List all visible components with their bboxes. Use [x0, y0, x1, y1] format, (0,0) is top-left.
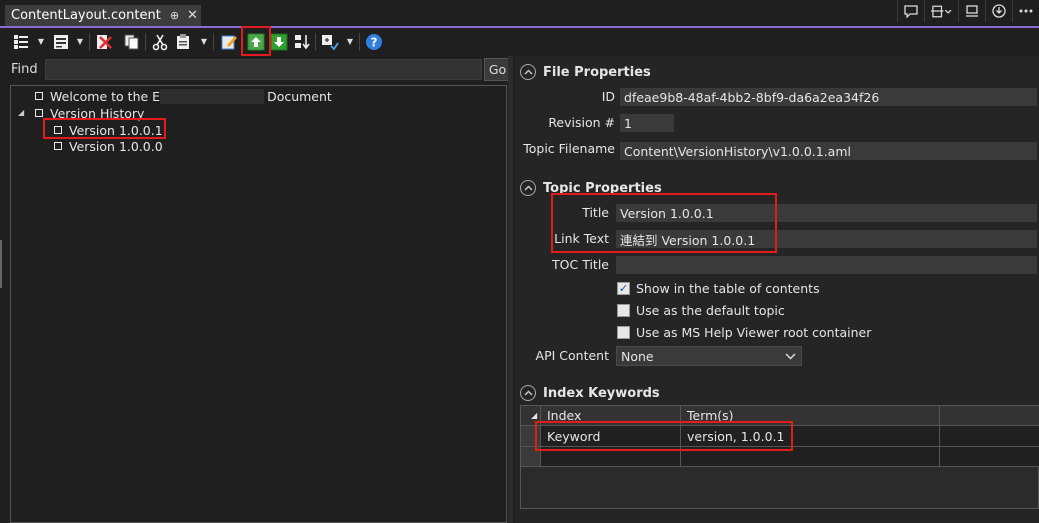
column-header-filler	[940, 406, 1039, 426]
tree-item[interactable]: Version 1.0.0.0	[54, 138, 163, 154]
checkbox-label: Use as MS Help Viewer root container	[636, 324, 872, 340]
collapse-icon[interactable]	[520, 64, 536, 80]
toc-title-field[interactable]	[616, 256, 1037, 274]
checkbox-checked-icon[interactable]: ✓	[617, 281, 630, 295]
toolbar-separator	[359, 33, 360, 51]
sort-topics-icon[interactable]	[292, 32, 312, 52]
window-toolbar	[897, 0, 1039, 22]
add-sibling-icon[interactable]	[51, 32, 71, 52]
api-content-select[interactable]: None	[616, 346, 802, 366]
show-in-toc-checkbox[interactable]: ✓ Show in the table of contents	[617, 280, 820, 296]
checkbox-label: Show in the table of contents	[636, 280, 820, 296]
toolbar-separator	[145, 33, 146, 51]
file-properties-header[interactable]: File Properties	[520, 63, 651, 81]
toolbar-separator	[315, 33, 316, 51]
add-topic-dropdown-icon[interactable]: ▼	[37, 38, 45, 46]
pane-splitter[interactable]	[508, 56, 513, 523]
find-input[interactable]	[45, 59, 482, 80]
close-tab-icon[interactable]: ✕	[187, 8, 198, 23]
collapse-icon[interactable]	[520, 385, 536, 401]
topic-filename-label: Topic Filename	[523, 141, 615, 156]
api-content-value: None	[621, 348, 654, 364]
revision-field[interactable]: 1	[620, 114, 674, 132]
document-tab-strip: ContentLayout.content ⊕ ✕	[0, 0, 1039, 28]
add-sibling-dropdown-icon[interactable]: ▼	[76, 38, 84, 46]
checkbox-icon[interactable]	[617, 325, 630, 339]
properties-pane: File Properties ID dfeae9b8-48af-4bb2-8b…	[514, 56, 1039, 523]
highlight-box	[43, 118, 166, 139]
filler-cell	[940, 426, 1039, 447]
highlight-box	[535, 421, 793, 451]
api-content-label: API Content	[535, 348, 609, 363]
revision-label: Revision #	[548, 115, 615, 130]
document-tab-title: ContentLayout.content	[11, 8, 161, 23]
toc-title-label: TOC Title	[552, 257, 609, 272]
section-title: Index Keywords	[543, 385, 660, 401]
highlight-box	[241, 26, 271, 56]
topic-filename-field[interactable]: Content\VersionHistory\v1.0.0.1.aml	[620, 142, 1037, 160]
section-title: File Properties	[543, 64, 651, 80]
more-icon[interactable]	[1012, 0, 1039, 22]
topic-icon	[35, 92, 43, 100]
paste-topic-icon[interactable]	[173, 32, 193, 52]
document-tab[interactable]: ContentLayout.content ⊕ ✕	[5, 5, 201, 26]
id-field[interactable]: dfeae9b8-48af-4bb2-8bf9-da6a2ea34f26	[620, 88, 1037, 106]
collapse-icon[interactable]	[520, 180, 536, 196]
checkbox-icon[interactable]	[617, 303, 630, 317]
layout-icon[interactable]	[924, 0, 958, 22]
go-button[interactable]: Go	[484, 58, 511, 81]
move-down-icon[interactable]	[269, 32, 289, 52]
toolbar-separator	[89, 33, 90, 51]
find-label: Find	[11, 62, 38, 77]
redacted-text	[160, 88, 265, 104]
expand-arrow-icon[interactable]: ◢	[18, 108, 24, 117]
default-topic-checkbox[interactable]: Use as the default topic	[617, 302, 785, 318]
help-icon[interactable]: ?	[364, 32, 384, 52]
dock-icon[interactable]	[958, 0, 985, 22]
help-viewer-root-checkbox[interactable]: Use as MS Help Viewer root container	[617, 324, 871, 340]
toolbar-separator	[213, 33, 214, 51]
pin-icon[interactable]: ⊕	[170, 9, 179, 22]
topic-icon	[35, 109, 43, 117]
copy-topic-icon[interactable]	[122, 32, 142, 52]
expand-collapse-dropdown-icon[interactable]: ▼	[346, 38, 354, 46]
id-label: ID	[601, 89, 615, 104]
content-layout-pane: Find Go Welcome to the E Document ◢ Vers…	[7, 56, 511, 523]
expand-collapse-icon[interactable]	[320, 32, 340, 52]
paste-dropdown-icon[interactable]: ▼	[200, 38, 208, 46]
tree-item-label-end: Document	[267, 88, 332, 104]
index-keywords-header[interactable]: Index Keywords	[520, 384, 660, 402]
tree-item-label: Welcome to the E	[50, 88, 161, 104]
content-toolbar: ▼ ▼ ▼ ▼ ?	[0, 26, 1039, 56]
tree-item-label: Version 1.0.0.0	[69, 138, 163, 154]
left-edge-handle[interactable]	[0, 240, 2, 288]
highlight-box	[551, 193, 777, 253]
svg-text:?: ?	[371, 36, 378, 50]
chevron-down-icon	[785, 349, 796, 366]
topic-icon	[54, 142, 62, 150]
add-topic-icon[interactable]	[11, 32, 31, 52]
edit-topic-icon[interactable]	[219, 32, 239, 52]
feedback-icon[interactable]	[897, 0, 924, 22]
tree-item[interactable]: Welcome to the E Document	[35, 88, 332, 104]
checkbox-label: Use as the default topic	[636, 302, 785, 318]
filler-cell	[940, 447, 1039, 467]
topic-tree[interactable]: Welcome to the E Document ◢ Version Hist…	[10, 85, 507, 523]
delete-topic-icon[interactable]	[94, 32, 114, 52]
download-icon[interactable]	[985, 0, 1012, 22]
cut-topic-icon[interactable]	[150, 32, 170, 52]
